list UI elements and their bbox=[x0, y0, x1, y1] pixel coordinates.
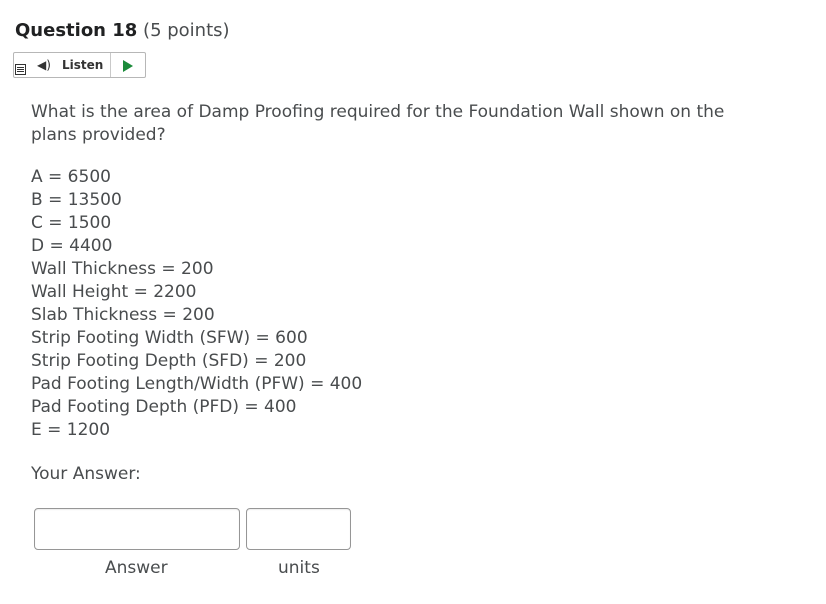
answer-input[interactable] bbox=[34, 508, 240, 550]
listen-label[interactable]: Listen bbox=[62, 59, 103, 72]
param-c: C = 1500 bbox=[31, 213, 112, 233]
listen-widget[interactable]: ◀) Listen bbox=[13, 52, 146, 78]
param-slab-thickness: Slab Thickness = 200 bbox=[31, 305, 215, 325]
param-pad-footing-length-width: Pad Footing Length/Width (PFW) = 400 bbox=[31, 374, 363, 394]
param-pad-footing-depth: Pad Footing Depth (PFD) = 400 bbox=[31, 397, 297, 417]
question-points: (5 points) bbox=[143, 20, 230, 41]
menu-icon[interactable] bbox=[15, 64, 26, 75]
param-wall-thickness: Wall Thickness = 200 bbox=[31, 259, 214, 279]
answer-label: Answer bbox=[105, 558, 168, 578]
your-answer-heading: Your Answer: bbox=[31, 464, 141, 484]
question-number: Question 18 bbox=[15, 20, 138, 41]
param-d: D = 4400 bbox=[31, 236, 113, 256]
param-strip-footing-depth: Strip Footing Depth (SFD) = 200 bbox=[31, 351, 307, 371]
param-a: A = 6500 bbox=[31, 167, 111, 187]
param-wall-height: Wall Height = 2200 bbox=[31, 282, 197, 302]
parameter-list: A = 6500 B = 13500 C = 1500 D = 4400 Wal… bbox=[31, 166, 362, 442]
question-text: What is the area of Damp Proofing requir… bbox=[31, 102, 725, 145]
param-e: E = 1200 bbox=[31, 420, 111, 440]
param-b: B = 13500 bbox=[31, 190, 122, 210]
units-input[interactable] bbox=[246, 508, 351, 550]
question-title: Question 18 (5 points) bbox=[15, 20, 230, 41]
param-strip-footing-width: Strip Footing Width (SFW) = 600 bbox=[31, 328, 308, 348]
listen-divider bbox=[110, 53, 111, 77]
units-label: units bbox=[278, 558, 320, 578]
play-icon[interactable] bbox=[123, 60, 133, 72]
speaker-icon: ◀) bbox=[37, 58, 51, 72]
